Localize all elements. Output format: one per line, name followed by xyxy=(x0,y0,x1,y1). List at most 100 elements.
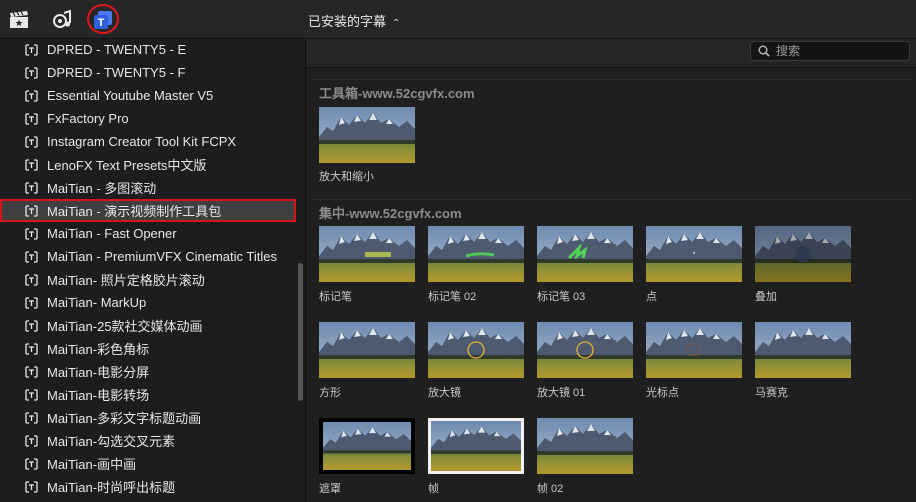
title-thumbnail-label: 标记笔 xyxy=(319,291,352,303)
title-thumbnail-label: 放大镜 xyxy=(428,387,461,399)
sidebar-item-label: MaiTian-电影转场 xyxy=(47,388,150,403)
title-thumbnail-label: 点 xyxy=(646,291,657,303)
title-thumbnail[interactable] xyxy=(319,226,415,282)
sidebar-item-label: MaiTian - PremiumVFX Cinematic Titles xyxy=(47,249,277,264)
sidebar: DPRED - TWENTY5 - E DPRED - TWENTY5 - F Es… xyxy=(0,39,306,502)
chevron-updown-icon: ⌃ xyxy=(392,18,401,29)
titles-browser: 工具箱-www.52cgvfx.com 放大和缩小集中-www.52cgvfx.c… xyxy=(306,39,916,502)
sidebar-item[interactable]: MaiTian - 演示视频制作工具包 xyxy=(0,199,296,222)
group-separator xyxy=(312,79,910,80)
title-thumbnail-label: 马赛克 xyxy=(755,387,788,399)
sidebar-item-label: FxFactory Pro xyxy=(47,111,129,126)
sidebar-item[interactable]: DPRED - TWENTY5 - F xyxy=(0,61,296,84)
title-bracket-icon xyxy=(24,480,38,493)
title-thumbnail-label: 放大镜 01 xyxy=(537,387,586,399)
title-thumbnail-label: 放大和缩小 xyxy=(319,171,374,183)
title-thumbnail-label: 帧 02 xyxy=(537,483,564,495)
title-thumbnail[interactable] xyxy=(755,322,851,378)
browser-title-dropdown[interactable]: 已安装的字幕 ⌃ xyxy=(308,11,400,30)
title-thumbnail-label: 帧 xyxy=(428,483,439,495)
browser-title-label: 已安装的字幕 xyxy=(308,14,387,29)
search-input[interactable] xyxy=(776,44,909,58)
title-bracket-icon xyxy=(24,457,38,470)
title-thumbnail-label: 遮罩 xyxy=(319,483,341,495)
highlight-ring xyxy=(87,4,119,34)
group-title: 集中-www.52cgvfx.com xyxy=(319,206,462,221)
sidebar-item-label: MaiTian-彩色角标 xyxy=(47,342,150,357)
title-thumbnail[interactable] xyxy=(537,418,633,474)
sidebar-item-label: LenoFX Text Presets中文版 xyxy=(47,158,207,173)
title-thumbnail[interactable] xyxy=(428,226,524,282)
sidebar-item[interactable]: FxFactory Pro xyxy=(0,107,296,130)
title-bracket-icon xyxy=(24,365,38,378)
title-bracket-icon xyxy=(24,135,38,148)
sidebar-item[interactable]: MaiTian - PremiumVFX Cinematic Titles xyxy=(0,245,296,268)
sidebar-item[interactable]: Essential Youtube Master V5 xyxy=(0,84,296,107)
search-bar xyxy=(306,39,916,68)
sidebar-item-label: MaiTian- 照片定格胶片滚动 xyxy=(47,273,205,288)
title-bracket-icon xyxy=(24,250,38,263)
title-thumbnail[interactable] xyxy=(646,226,742,282)
title-bracket-icon xyxy=(24,204,38,217)
sidebar-item[interactable]: MaiTian- 照片定格胶片滚动 xyxy=(0,268,296,291)
sidebar-item[interactable]: MaiTian - Fast Opener xyxy=(0,222,296,245)
title-thumbnail-label: 光标点 xyxy=(646,387,679,399)
title-thumbnail-label: 方形 xyxy=(319,387,341,399)
group-title: 工具箱-www.52cgvfx.com xyxy=(319,86,475,101)
title-thumbnail[interactable] xyxy=(428,322,524,378)
sidebar-item[interactable]: MaiTian- MarkUp xyxy=(0,291,296,314)
title-thumbnail-label: 标记笔 02 xyxy=(428,291,477,303)
title-bracket-icon xyxy=(24,434,38,447)
title-thumbnail[interactable] xyxy=(537,322,633,378)
sidebar-item-label: MaiTian-电影分屏 xyxy=(47,365,150,380)
sidebar-scrollbar[interactable] xyxy=(298,263,303,401)
sidebar-item-label: MaiTian-时尚呼出标题 xyxy=(47,480,176,495)
title-thumbnail[interactable] xyxy=(319,322,415,378)
title-thumbnail[interactable] xyxy=(646,322,742,378)
sidebar-item-label: MaiTian-多彩文字标题动画 xyxy=(47,411,202,426)
sidebar-item-label: MaiTian - 演示视频制作工具包 xyxy=(47,204,222,219)
title-thumbnail-label: 叠加 xyxy=(755,291,777,303)
title-thumbnail-label: 标记笔 03 xyxy=(537,291,586,303)
sidebar-item[interactable]: MaiTian-电影分屏 xyxy=(0,360,296,383)
search-icon xyxy=(758,45,770,57)
title-thumbnail[interactable] xyxy=(319,418,415,474)
title-bracket-icon xyxy=(24,411,38,424)
title-thumbnail[interactable] xyxy=(319,107,415,163)
title-bracket-icon xyxy=(24,43,38,56)
sidebar-item[interactable]: MaiTian-多彩文字标题动画 xyxy=(0,406,296,429)
title-bracket-icon xyxy=(24,181,38,194)
sidebar-item[interactable]: Instagram Creator Tool Kit FCPX xyxy=(0,130,296,153)
title-bracket-icon xyxy=(24,112,38,125)
sidebar-item[interactable]: MaiTian-画中画 xyxy=(0,452,296,475)
sidebar-item-label: DPRED - TWENTY5 - F xyxy=(47,65,186,80)
title-thumbnail[interactable] xyxy=(537,226,633,282)
sidebar-item[interactable]: MaiTian-彩色角标 xyxy=(0,337,296,360)
sidebar-item[interactable]: DPRED - TWENTY5 - E xyxy=(0,39,296,61)
clapper-icon[interactable] xyxy=(8,9,30,31)
title-thumbnail[interactable] xyxy=(428,418,524,474)
browser-toolbar: T 已安装的字幕 ⌃ xyxy=(0,0,916,39)
sidebar-item[interactable]: MaiTian - 多图滚动 xyxy=(0,176,296,199)
sidebar-item-label: MaiTian- MarkUp xyxy=(47,295,147,310)
title-bracket-icon xyxy=(24,273,38,286)
sidebar-item-label: MaiTian - Fast Opener xyxy=(47,226,177,241)
sidebar-item[interactable]: LenoFX Text Presets中文版 xyxy=(0,153,296,176)
title-bracket-icon xyxy=(24,296,38,309)
sidebar-item[interactable]: MaiTian-电影转场 xyxy=(0,383,296,406)
sidebar-item-label: MaiTian-25款社交媒体动画 xyxy=(47,319,203,334)
title-bracket-icon xyxy=(24,227,38,240)
title-thumbnail[interactable] xyxy=(755,226,851,282)
sidebar-item[interactable]: MaiTian-时尚呼出标题 xyxy=(0,475,296,498)
group-separator xyxy=(312,199,910,200)
sidebar-item[interactable]: MaiTian-勾选交叉元素 xyxy=(0,429,296,452)
sidebar-item[interactable]: MaiTian-25款社交媒体动画 xyxy=(0,314,296,337)
title-bracket-icon xyxy=(24,319,38,332)
title-bracket-icon xyxy=(24,342,38,355)
search-field[interactable] xyxy=(750,41,910,61)
sidebar-item-label: Instagram Creator Tool Kit FCPX xyxy=(47,134,237,149)
music-icon[interactable] xyxy=(52,9,74,31)
sidebar-item-label: MaiTian-勾选交叉元素 xyxy=(47,434,176,449)
sidebar-item-label: DPRED - TWENTY5 - E xyxy=(47,42,187,57)
title-bracket-icon xyxy=(24,66,38,79)
